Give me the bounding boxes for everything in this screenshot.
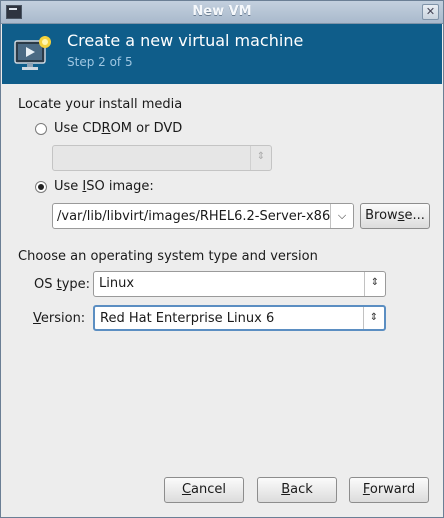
os-type-select[interactable]: Linux ⇕ (93, 271, 386, 297)
iso-label[interactable]: Use ISO image: (54, 179, 154, 194)
chevron-down-icon[interactable]: ⌵ (330, 204, 353, 228)
step-indicator: Step 2 of 5 (67, 55, 133, 69)
combo-arrow-icon: ⇕ (250, 146, 271, 170)
page-title: Create a new virtual machine (67, 31, 304, 50)
version-label: Version: (33, 311, 86, 326)
combo-arrow-icon: ⇕ (364, 272, 385, 296)
forward-button[interactable]: Forward (349, 477, 429, 503)
wizard-header: Create a new virtual machine Step 2 of 5 (2, 24, 442, 84)
os-heading: Choose an operating system type and vers… (18, 249, 318, 264)
iso-path-combo[interactable]: /var/lib/libvirt/images/RHEL6.2-Server-x… (52, 203, 354, 229)
cdrom-radio[interactable] (35, 123, 47, 135)
version-select[interactable]: Red Hat Enterprise Linux 6 ⇕ (93, 305, 386, 331)
install-media-heading: Locate your install media (18, 97, 183, 112)
new-vm-window: New VM ✕ Create a new virtual machine St… (0, 0, 444, 518)
cdrom-device-select: ⇕ (52, 145, 272, 171)
browse-button[interactable]: Browse... (360, 203, 430, 229)
os-type-label: OS type: (34, 277, 91, 292)
combo-arrow-icon: ⇕ (363, 307, 384, 329)
iso-path-input[interactable]: /var/lib/libvirt/images/RHEL6.2-Server-x… (57, 209, 333, 224)
window-title: New VM (192, 4, 252, 19)
close-icon[interactable]: ✕ (422, 4, 439, 20)
new-vm-icon (14, 36, 51, 70)
title-bar: New VM ✕ (1, 1, 443, 24)
cdrom-label[interactable]: Use CDROM or DVD (54, 121, 182, 136)
iso-radio[interactable] (35, 181, 47, 193)
back-button[interactable]: Back (257, 477, 337, 503)
cancel-button[interactable]: Cancel (164, 477, 244, 503)
